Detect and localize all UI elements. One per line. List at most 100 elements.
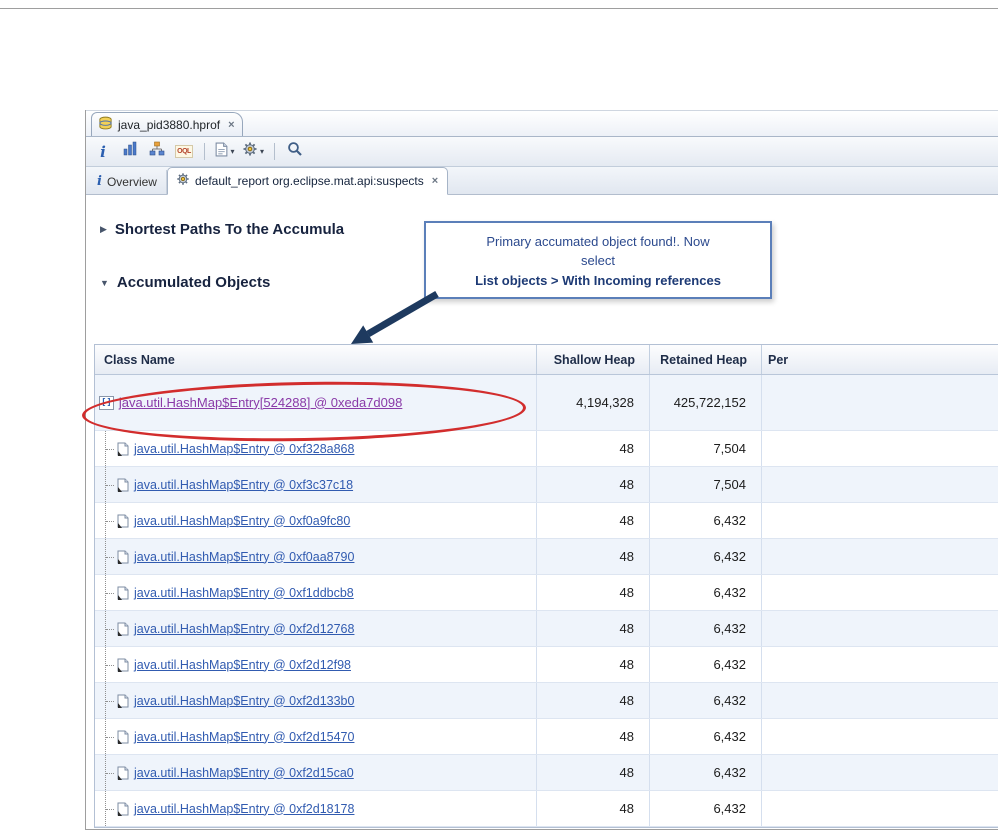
column-header-shallow-heap[interactable]: Shallow Heap: [537, 345, 650, 374]
retained-heap-cell: 6,432: [650, 575, 762, 610]
class-name-link[interactable]: java.util.HashMap$Entry @ 0xf2d12f98: [134, 658, 351, 672]
histogram-icon: [122, 141, 138, 162]
percentage-cell: [762, 539, 998, 574]
object-page-icon: [116, 729, 130, 744]
class-name-link[interactable]: java.util.HashMap$Entry @ 0xf328a868: [134, 442, 354, 456]
class-name-cell: java.util.HashMap$Entry @ 0xf2d18178: [95, 791, 537, 826]
table-row: java.util.HashMap$Entry @ 0xf0aa8790 48 …: [95, 539, 998, 575]
percentage-cell: [762, 647, 998, 682]
class-name-link[interactable]: java.util.HashMap$Entry @ 0xf1ddbcb8: [134, 586, 354, 600]
report-icon: [215, 142, 228, 162]
heap-dump-icon: [98, 116, 113, 134]
tree-connector: [98, 683, 115, 718]
class-name-cell: java.util.HashMap$Entry @ 0xf1ddbcb8: [95, 575, 537, 610]
class-name-cell: java.util.HashMap$Entry @ 0xf2d12768: [95, 611, 537, 646]
chevron-down-icon: ▾: [230, 147, 235, 156]
class-name-link[interactable]: java.util.HashMap$Entry @ 0xf2d15ca0: [134, 766, 354, 780]
query-browser-dropdown-button[interactable]: ▾: [242, 141, 264, 163]
object-page-icon: [116, 621, 130, 636]
shallow-heap-cell: 48: [537, 611, 650, 646]
class-name-cell: java.util.HashMap$Entry @ 0xf2d15470: [95, 719, 537, 754]
tab-suspects[interactable]: default_report org.eclipse.mat.api:suspe…: [166, 167, 449, 195]
percentage-cell: [762, 375, 998, 430]
editor-tab-bar: java_pid3880.hprof ×: [86, 110, 998, 137]
dominator-tree-button[interactable]: [147, 141, 167, 163]
editor-tab-label: java_pid3880.hprof: [118, 117, 221, 132]
search-icon: [287, 141, 303, 162]
shallow-heap-cell: 48: [537, 503, 650, 538]
info-icon: i: [100, 142, 106, 161]
retained-heap-cell: 6,432: [650, 683, 762, 718]
object-page-icon: [116, 765, 130, 780]
table-row: java.util.HashMap$Entry @ 0xf2d12f98 48 …: [95, 647, 998, 683]
close-icon[interactable]: ×: [432, 175, 438, 187]
class-name-link[interactable]: java.util.HashMap$Entry @ 0xf0aa8790: [134, 550, 354, 564]
tab-overview[interactable]: i Overview: [89, 170, 167, 194]
retained-heap-cell: 425,722,152: [650, 375, 762, 430]
percentage-cell: [762, 791, 998, 826]
shallow-heap-cell: 48: [537, 431, 650, 466]
retained-heap-cell: 6,432: [650, 503, 762, 538]
percentage-cell: [762, 431, 998, 466]
oql-button[interactable]: OQL: [174, 141, 194, 163]
retained-heap-cell: 6,432: [650, 755, 762, 790]
class-name-link[interactable]: java.util.HashMap$Entry @ 0xf0a9fc80: [134, 514, 350, 528]
twistie-expanded-icon[interactable]: ▼: [100, 278, 109, 288]
table-row: java.util.HashMap$Entry @ 0xf2d18178 48 …: [95, 791, 998, 827]
retained-heap-cell: 6,432: [650, 539, 762, 574]
editor-tab-hprof[interactable]: java_pid3880.hprof ×: [91, 112, 243, 136]
column-header-retained-heap[interactable]: Retained Heap: [650, 345, 762, 374]
retained-heap-cell: 7,504: [650, 467, 762, 502]
gear-icon: [242, 141, 258, 162]
class-name-cell: java.util.HashMap$Entry @ 0xf2d133b0: [95, 683, 537, 718]
table-row: [] java.util.HashMap$Entry[524288] @ 0xe…: [95, 375, 998, 431]
shallow-heap-cell: 4,194,328: [537, 375, 650, 430]
tree-connector: [98, 503, 115, 538]
table-row: java.util.HashMap$Entry @ 0xf3c37c18 48 …: [95, 467, 998, 503]
class-name-link[interactable]: java.util.HashMap$Entry @ 0xf2d12768: [134, 622, 354, 636]
table-row: java.util.HashMap$Entry @ 0xf2d12768 48 …: [95, 611, 998, 647]
view-tab-bar: i Overview default_report org.eclipse.ma…: [86, 167, 998, 195]
shallow-heap-cell: 48: [537, 755, 650, 790]
column-header-class-name[interactable]: Class Name: [95, 345, 537, 374]
report-dropdown-button[interactable]: ▾: [215, 141, 235, 163]
section-title: Shortest Paths To the Accumula: [114, 221, 345, 238]
class-name-link[interactable]: java.util.HashMap$Entry @ 0xf2d15470: [134, 730, 354, 744]
accumulated-objects-table: Class Name Shallow Heap Retained Heap Pe…: [94, 344, 998, 828]
info-icon: i: [97, 174, 102, 189]
search-button[interactable]: [285, 141, 305, 163]
table-row: java.util.HashMap$Entry @ 0xf2d133b0 48 …: [95, 683, 998, 719]
close-icon[interactable]: ×: [228, 119, 234, 131]
column-header-percentage[interactable]: Per: [762, 345, 998, 374]
class-name-link[interactable]: java.util.HashMap$Entry @ 0xf2d133b0: [134, 694, 354, 708]
callout-tooltip: Primary accumated object found!. Now sel…: [424, 221, 772, 299]
object-page-icon: [116, 441, 130, 456]
mat-editor-window: java_pid3880.hprof × i OQL ▾ ▾ i Overvie…: [85, 110, 998, 830]
info-button[interactable]: i: [93, 141, 113, 163]
retained-heap-cell: 6,432: [650, 647, 762, 682]
retained-heap-cell: 6,432: [650, 791, 762, 826]
section-title: Accumulated Objects: [116, 274, 271, 291]
twistie-collapsed-icon[interactable]: ▶: [100, 224, 107, 235]
object-page-icon: [116, 657, 130, 672]
table-row: java.util.HashMap$Entry @ 0xf2d15ca0 48 …: [95, 755, 998, 791]
tree-connector: [98, 431, 115, 466]
histogram-button[interactable]: [120, 141, 140, 163]
percentage-cell: [762, 683, 998, 718]
class-name-cell: java.util.HashMap$Entry @ 0xf2d15ca0: [95, 755, 537, 790]
class-name-link[interactable]: java.util.HashMap$Entry @ 0xf3c37c18: [134, 478, 353, 492]
class-name-link[interactable]: java.util.HashMap$Entry @ 0xf2d18178: [134, 802, 354, 816]
tree-connector: [98, 719, 115, 754]
retained-heap-cell: 7,504: [650, 431, 762, 466]
dominator-tree-icon: [149, 141, 165, 162]
percentage-cell: [762, 719, 998, 754]
tree-connector: [98, 647, 115, 682]
object-page-icon: [116, 477, 130, 492]
chevron-down-icon: ▾: [260, 147, 265, 156]
class-name-cell: java.util.HashMap$Entry @ 0xf2d12f98: [95, 647, 537, 682]
shallow-heap-cell: 48: [537, 647, 650, 682]
class-name-link[interactable]: java.util.HashMap$Entry[524288] @ 0xeda7…: [119, 393, 403, 413]
table-body: [] java.util.HashMap$Entry[524288] @ 0xe…: [95, 375, 998, 827]
table-header-row: Class Name Shallow Heap Retained Heap Pe…: [95, 345, 998, 375]
tree-connector: [98, 755, 115, 790]
